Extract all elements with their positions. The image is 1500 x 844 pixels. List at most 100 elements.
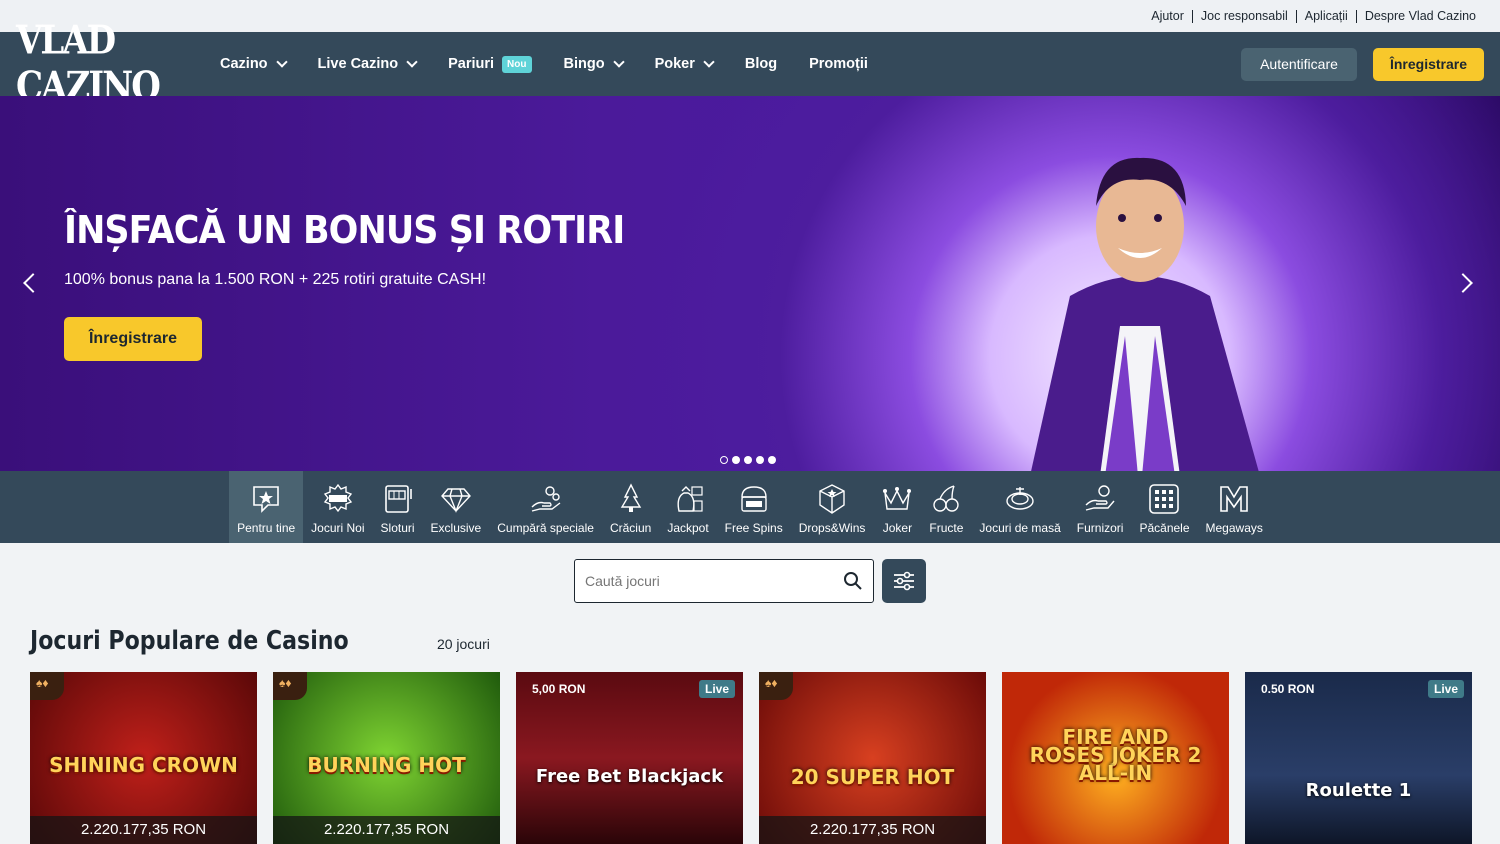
category-label: Exclusive bbox=[430, 521, 482, 535]
hero-subtitle: 100% bonus pana la 1.500 RON + 225 rotir… bbox=[64, 271, 487, 288]
new-badge: Nou bbox=[502, 55, 532, 73]
bet-price: 5,00 RON bbox=[532, 682, 586, 696]
chevron-down-icon bbox=[275, 56, 288, 68]
help-link[interactable]: Ajutor bbox=[1143, 9, 1192, 23]
grid-icon bbox=[1149, 484, 1180, 514]
game-card[interactable]: FIRE AND ROSES JOKER 2 ALL-IN bbox=[1002, 672, 1229, 844]
category-fructe[interactable]: Fructe bbox=[921, 471, 971, 543]
nav-item-pariuri[interactable]: Pariuri Nou bbox=[448, 55, 532, 73]
category-label: Jocuri Noi bbox=[311, 521, 365, 535]
game-card[interactable]: 0.50 RON Live Roulette 1 bbox=[1245, 672, 1472, 844]
category-free-spins[interactable]: Free Spins bbox=[717, 471, 791, 543]
carousel-dot[interactable] bbox=[744, 456, 752, 464]
hero-banner[interactable]: ÎNȘFACĂ UN BONUS ȘI ROTIRI 100% bonus pa… bbox=[0, 96, 1500, 471]
game-title: SHINING CROWN bbox=[49, 753, 238, 777]
category-megaways[interactable]: Megaways bbox=[1198, 471, 1271, 543]
search-input[interactable] bbox=[585, 573, 843, 589]
category-label: Jackpot bbox=[667, 521, 709, 535]
carousel-dot[interactable] bbox=[720, 456, 728, 464]
nav-item-label: Promoții bbox=[809, 56, 868, 72]
category-label: Megaways bbox=[1205, 521, 1263, 535]
category-label: Drops&Wins bbox=[798, 521, 866, 535]
nav-item-label: Live Cazino bbox=[317, 56, 399, 72]
category-jackpot[interactable]: Jackpot bbox=[659, 471, 716, 543]
games-row: ♠♦ SHINING CROWN 2.220.177,35 RON ♠♦ BUR… bbox=[30, 672, 1472, 844]
category-label: Sloturi bbox=[380, 521, 415, 535]
category-label: Jocuri de masă bbox=[979, 521, 1061, 535]
gift-box-icon bbox=[819, 484, 845, 514]
live-badge: Live bbox=[698, 680, 735, 698]
live-badge: Live bbox=[1427, 680, 1464, 698]
megaways-m-icon bbox=[1220, 486, 1248, 512]
about-link[interactable]: Despre Vlad Cazino bbox=[1355, 9, 1484, 23]
game-card[interactable]: 5,00 RON Live Free Bet Blackjack bbox=[516, 672, 743, 844]
filter-button[interactable] bbox=[882, 559, 926, 603]
game-card[interactable]: ♠♦ SHINING CROWN 2.220.177,35 RON bbox=[30, 672, 257, 844]
category-exclusive[interactable]: Exclusive bbox=[423, 471, 490, 543]
game-card[interactable]: ♠♦ 20 SUPER HOT 2.220.177,35 RON bbox=[759, 672, 986, 844]
login-button[interactable]: Autentificare bbox=[1241, 47, 1357, 81]
category-label: Pentru tine bbox=[237, 521, 296, 535]
slot-machine-icon bbox=[384, 485, 412, 513]
christmas-tree-icon bbox=[620, 483, 641, 512]
category-joker[interactable]: Joker bbox=[873, 471, 921, 543]
register-button[interactable]: Înregistrare bbox=[1373, 47, 1484, 81]
category-pentru-tine[interactable]: Pentru tine bbox=[229, 471, 304, 543]
game-title: 20 SUPER HOT bbox=[790, 765, 955, 789]
nav-item-label: Bingo bbox=[563, 56, 605, 72]
game-title: BURNING HOT bbox=[307, 753, 466, 777]
search-icon[interactable] bbox=[843, 571, 863, 591]
nav-menu: Cazino Live Cazino Pariuri Nou Bingo Poke… bbox=[220, 55, 900, 73]
category-sloturi[interactable]: Sloturi bbox=[373, 471, 423, 543]
chevron-down-icon bbox=[612, 56, 625, 68]
nav-item-poker[interactable]: Poker bbox=[654, 56, 715, 72]
category-bar: Pentru tine Jocuri Noi Sloturi Exclusive… bbox=[0, 471, 1500, 543]
category-label: Crăciun bbox=[609, 521, 652, 535]
card-suits-icon: ♠♦ bbox=[273, 672, 307, 700]
hero-register-button[interactable]: Înregistrare bbox=[64, 317, 202, 361]
nav-item-bingo[interactable]: Bingo bbox=[563, 56, 625, 72]
utility-bar: Ajutor Joc responsabil Aplicații Despre … bbox=[0, 0, 1500, 32]
popular-games-header: Jocuri Populare de Casino 20 jocuri bbox=[30, 626, 490, 656]
nav-actions: Autentificare Înregistrare bbox=[1241, 47, 1484, 81]
carousel-dot[interactable] bbox=[768, 456, 776, 464]
carousel-dots bbox=[720, 456, 776, 464]
new-badge-icon bbox=[323, 483, 352, 513]
nav-item-promotii[interactable]: Promoții bbox=[809, 56, 868, 72]
chevron-left-icon[interactable] bbox=[23, 273, 43, 293]
sliders-icon bbox=[894, 571, 914, 591]
hero-title: ÎNȘFACĂ UN BONUS ȘI ROTIRI bbox=[64, 208, 625, 252]
bet-price: 0.50 RON bbox=[1261, 682, 1315, 696]
category-drops-wins[interactable]: Drops&Wins bbox=[791, 471, 874, 543]
jackpot-amount: 2.220.177,35 RON bbox=[273, 816, 500, 844]
nav-item-label: Blog bbox=[744, 56, 778, 72]
card-suits-icon: ♠♦ bbox=[30, 672, 64, 700]
category-pacanele[interactable]: Păcănele bbox=[1131, 471, 1197, 543]
chevron-right-icon[interactable] bbox=[1453, 273, 1473, 293]
carousel-dot[interactable] bbox=[732, 456, 740, 464]
section-title: Jocuri Populare de Casino bbox=[30, 626, 349, 656]
nav-item-cazino[interactable]: Cazino bbox=[220, 56, 288, 72]
category-cumpara-speciale[interactable]: Cumpără speciale bbox=[489, 471, 602, 543]
diamond-icon bbox=[440, 488, 471, 513]
nav-item-live-cazino[interactable]: Live Cazino bbox=[317, 56, 418, 72]
game-card[interactable]: ♠♦ BURNING HOT 2.220.177,35 RON bbox=[273, 672, 500, 844]
nav-item-blog[interactable]: Blog bbox=[745, 56, 777, 72]
provider-hand-icon bbox=[1085, 485, 1115, 511]
category-label: Cumpără speciale bbox=[497, 521, 594, 535]
cherries-icon bbox=[933, 485, 960, 512]
vampire-host-illustration bbox=[1031, 157, 1259, 471]
search-box bbox=[574, 559, 874, 603]
carousel-dot[interactable] bbox=[756, 456, 764, 464]
category-jocuri-noi[interactable]: Jocuri Noi bbox=[303, 471, 372, 543]
apps-link[interactable]: Aplicații bbox=[1295, 9, 1356, 23]
category-jocuri-de-masa[interactable]: Jocuri de masă bbox=[971, 471, 1068, 543]
category-furnizori[interactable]: Furnizori bbox=[1069, 471, 1132, 543]
responsible-gaming-link[interactable]: Joc responsabil bbox=[1191, 9, 1296, 23]
category-craciun[interactable]: Crăciun bbox=[602, 471, 659, 543]
chevron-down-icon bbox=[406, 56, 418, 68]
card-suits-icon: ♠♦ bbox=[759, 672, 793, 700]
game-title: Free Bet Blackjack bbox=[535, 766, 724, 787]
star-chat-icon bbox=[253, 486, 279, 513]
nav-item-label: Poker bbox=[654, 56, 695, 72]
